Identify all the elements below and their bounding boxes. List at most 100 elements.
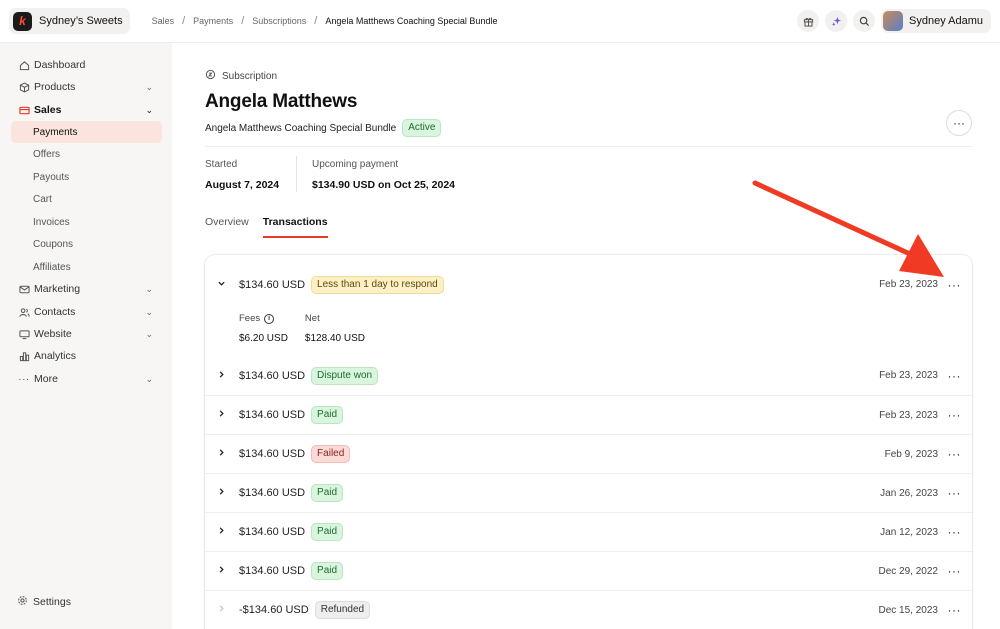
stat-label: Upcoming payment <box>312 159 399 170</box>
breadcrumb-current: Angela Matthews Coaching Special Bundle <box>325 16 498 26</box>
transaction-date: Feb 23, 2023 <box>879 409 938 421</box>
chevron-right-icon[interactable] <box>217 409 227 421</box>
sidebar-subitem-coupons[interactable]: Coupons <box>11 233 162 255</box>
top-bar: k Sydney’s Sweets Sales / Payments / Sub… <box>0 0 1000 43</box>
chevron-right-icon[interactable] <box>217 487 227 499</box>
subscription-kind-label: Subscription <box>222 70 278 82</box>
row-more-button[interactable]: ··· <box>948 486 962 500</box>
info-icon[interactable]: i <box>264 313 275 324</box>
monitor-icon <box>17 329 31 340</box>
sparkle-icon[interactable] <box>825 10 847 32</box>
sidebar-subitem-invoices[interactable]: Invoices <box>11 211 162 233</box>
row-more-button[interactable]: ··· <box>948 447 962 461</box>
sidebar-item-sales[interactable]: Sales ⌄ <box>11 99 162 121</box>
table-row[interactable]: -$134.60 USD Refunded Dec 15, 2023 ··· <box>205 590 972 629</box>
transaction-amount: $134.60 USD <box>239 526 306 538</box>
search-icon[interactable] <box>853 10 875 32</box>
row-more-button[interactable]: ··· <box>948 369 962 383</box>
brand-switcher[interactable]: k Sydney’s Sweets <box>9 8 130 34</box>
status-badge: Dispute won <box>311 366 379 385</box>
stat-upcoming-payment: Upcoming payment $134.90 USD on Oct 25, … <box>312 159 455 191</box>
stat-value: August 7, 2024 <box>205 179 280 191</box>
more-actions-button[interactable]: ··· <box>946 110 972 136</box>
sidebar-subitem-affiliates[interactable]: Affiliates <box>11 256 162 278</box>
breadcrumb-separator: / <box>182 15 186 27</box>
gift-icon[interactable] <box>797 10 819 32</box>
sidebar-item-label: Contacts <box>34 306 76 318</box>
sidebar-item-products[interactable]: Products ⌄ <box>11 76 162 98</box>
net-label: Net <box>304 313 320 324</box>
chevron-down-icon: ⌄ <box>145 306 153 317</box>
tabs: Overview Transactions <box>205 216 342 238</box>
tab-transactions[interactable]: Transactions <box>262 216 328 238</box>
breadcrumb-payments[interactable]: Payments <box>193 16 233 26</box>
net-value: $128.40 USD <box>304 333 365 344</box>
row-more-button[interactable]: ··· <box>948 603 962 617</box>
row-more-button[interactable]: ··· <box>948 525 962 539</box>
sidebar-subitem-cart[interactable]: Cart <box>11 188 162 210</box>
transaction-date: Dec 15, 2023 <box>878 604 939 616</box>
users-icon <box>17 307 31 318</box>
table-row[interactable]: $134.60 USD Failed Feb 9, 2023 ··· <box>205 434 972 473</box>
transactions-card: $134.60 USD Less than 1 day to respond F… <box>205 255 972 629</box>
transaction-amount: -$134.60 USD <box>239 604 309 616</box>
sidebar-item-marketing[interactable]: Marketing ⌄ <box>11 278 162 300</box>
chevron-down-icon: ⌄ <box>145 373 153 384</box>
table-row[interactable]: $134.60 USD Dispute won Feb 23, 2023 ··· <box>205 356 972 395</box>
sidebar-item-label: Sales <box>34 104 62 116</box>
table-row[interactable]: $134.60 USD Less than 1 day to respond F… <box>205 265 972 304</box>
sidebar-item-label: Website <box>34 328 72 340</box>
more-horizontal-icon: ··· <box>18 373 30 385</box>
transaction-date: Feb 23, 2023 <box>879 279 938 290</box>
tab-overview[interactable]: Overview <box>205 216 249 238</box>
chevron-right-icon[interactable] <box>217 526 227 538</box>
chevron-right-icon[interactable] <box>217 448 227 460</box>
sidebar-item-contacts[interactable]: Contacts ⌄ <box>11 301 162 323</box>
user-menu[interactable]: Sydney Adamu <box>881 9 991 33</box>
sidebar: Dashboard Products ⌄ Sales ⌄ Payments Of… <box>0 43 172 629</box>
subscription-kind: Subscription <box>205 69 277 83</box>
sidebar-item-website[interactable]: Website ⌄ <box>11 323 162 345</box>
fees-column: Fees i $6.20 USD <box>239 313 288 344</box>
sidebar-item-analytics[interactable]: Analytics <box>11 345 162 367</box>
transaction-date: Feb 9, 2023 <box>884 448 938 460</box>
transaction-amount: $134.60 USD <box>239 448 306 460</box>
main-content: Subscription Angela Matthews Angela Matt… <box>172 43 1000 629</box>
user-name: Sydney Adamu <box>909 15 983 27</box>
breadcrumb-separator: / <box>314 15 318 27</box>
net-column: Net $128.40 USD <box>305 313 365 344</box>
divider <box>296 156 297 192</box>
transaction-date: Jan 26, 2023 <box>880 487 938 499</box>
row-more-button[interactable]: ··· <box>948 408 962 422</box>
bar-chart-icon <box>17 351 31 362</box>
status-badge: Less than 1 day to respond <box>311 275 444 294</box>
table-row[interactable]: $134.60 USD Paid Jan 26, 2023 ··· <box>205 473 972 512</box>
row-more-button[interactable]: ··· <box>948 278 962 292</box>
fees-value: $6.20 USD <box>239 333 288 344</box>
sidebar-subitem-payments[interactable]: Payments <box>11 121 162 143</box>
sidebar-subitem-payouts[interactable]: Payouts <box>11 166 162 188</box>
sidebar-item-settings[interactable]: Settings <box>11 595 71 609</box>
chevron-down-icon[interactable] <box>217 279 227 291</box>
sidebar-item-dashboard[interactable]: Dashboard <box>11 54 162 76</box>
product-line: Angela Matthews Coaching Special Bundle … <box>205 119 442 137</box>
row-more-button[interactable]: ··· <box>948 564 962 578</box>
sidebar-item-label: Settings <box>33 596 71 608</box>
sidebar-item-more[interactable]: ··· More ⌄ <box>11 368 162 390</box>
avatar <box>883 11 903 31</box>
table-row[interactable]: $134.60 USD Paid Jan 12, 2023 ··· <box>205 512 972 551</box>
stat-value: $134.90 USD on Oct 25, 2024 <box>312 179 455 191</box>
status-badge: Active <box>402 119 442 137</box>
brand-name: Sydney’s Sweets <box>39 15 123 27</box>
breadcrumb-sales[interactable]: Sales <box>152 16 175 26</box>
chevron-down-icon: ⌄ <box>145 104 153 115</box>
status-badge: Failed <box>311 445 351 463</box>
chevron-right-icon[interactable] <box>217 565 227 577</box>
table-row[interactable]: $134.60 USD Paid Dec 29, 2022 ··· <box>205 551 972 590</box>
transaction-amount: $134.60 USD <box>239 565 306 577</box>
chevron-right-icon[interactable] <box>217 370 227 382</box>
breadcrumb-subscriptions[interactable]: Subscriptions <box>252 16 306 26</box>
table-row[interactable]: $134.60 USD Paid Feb 23, 2023 ··· <box>205 395 972 434</box>
stat-started: Started August 7, 2024 <box>205 159 279 191</box>
sidebar-subitem-offers[interactable]: Offers <box>11 143 162 165</box>
